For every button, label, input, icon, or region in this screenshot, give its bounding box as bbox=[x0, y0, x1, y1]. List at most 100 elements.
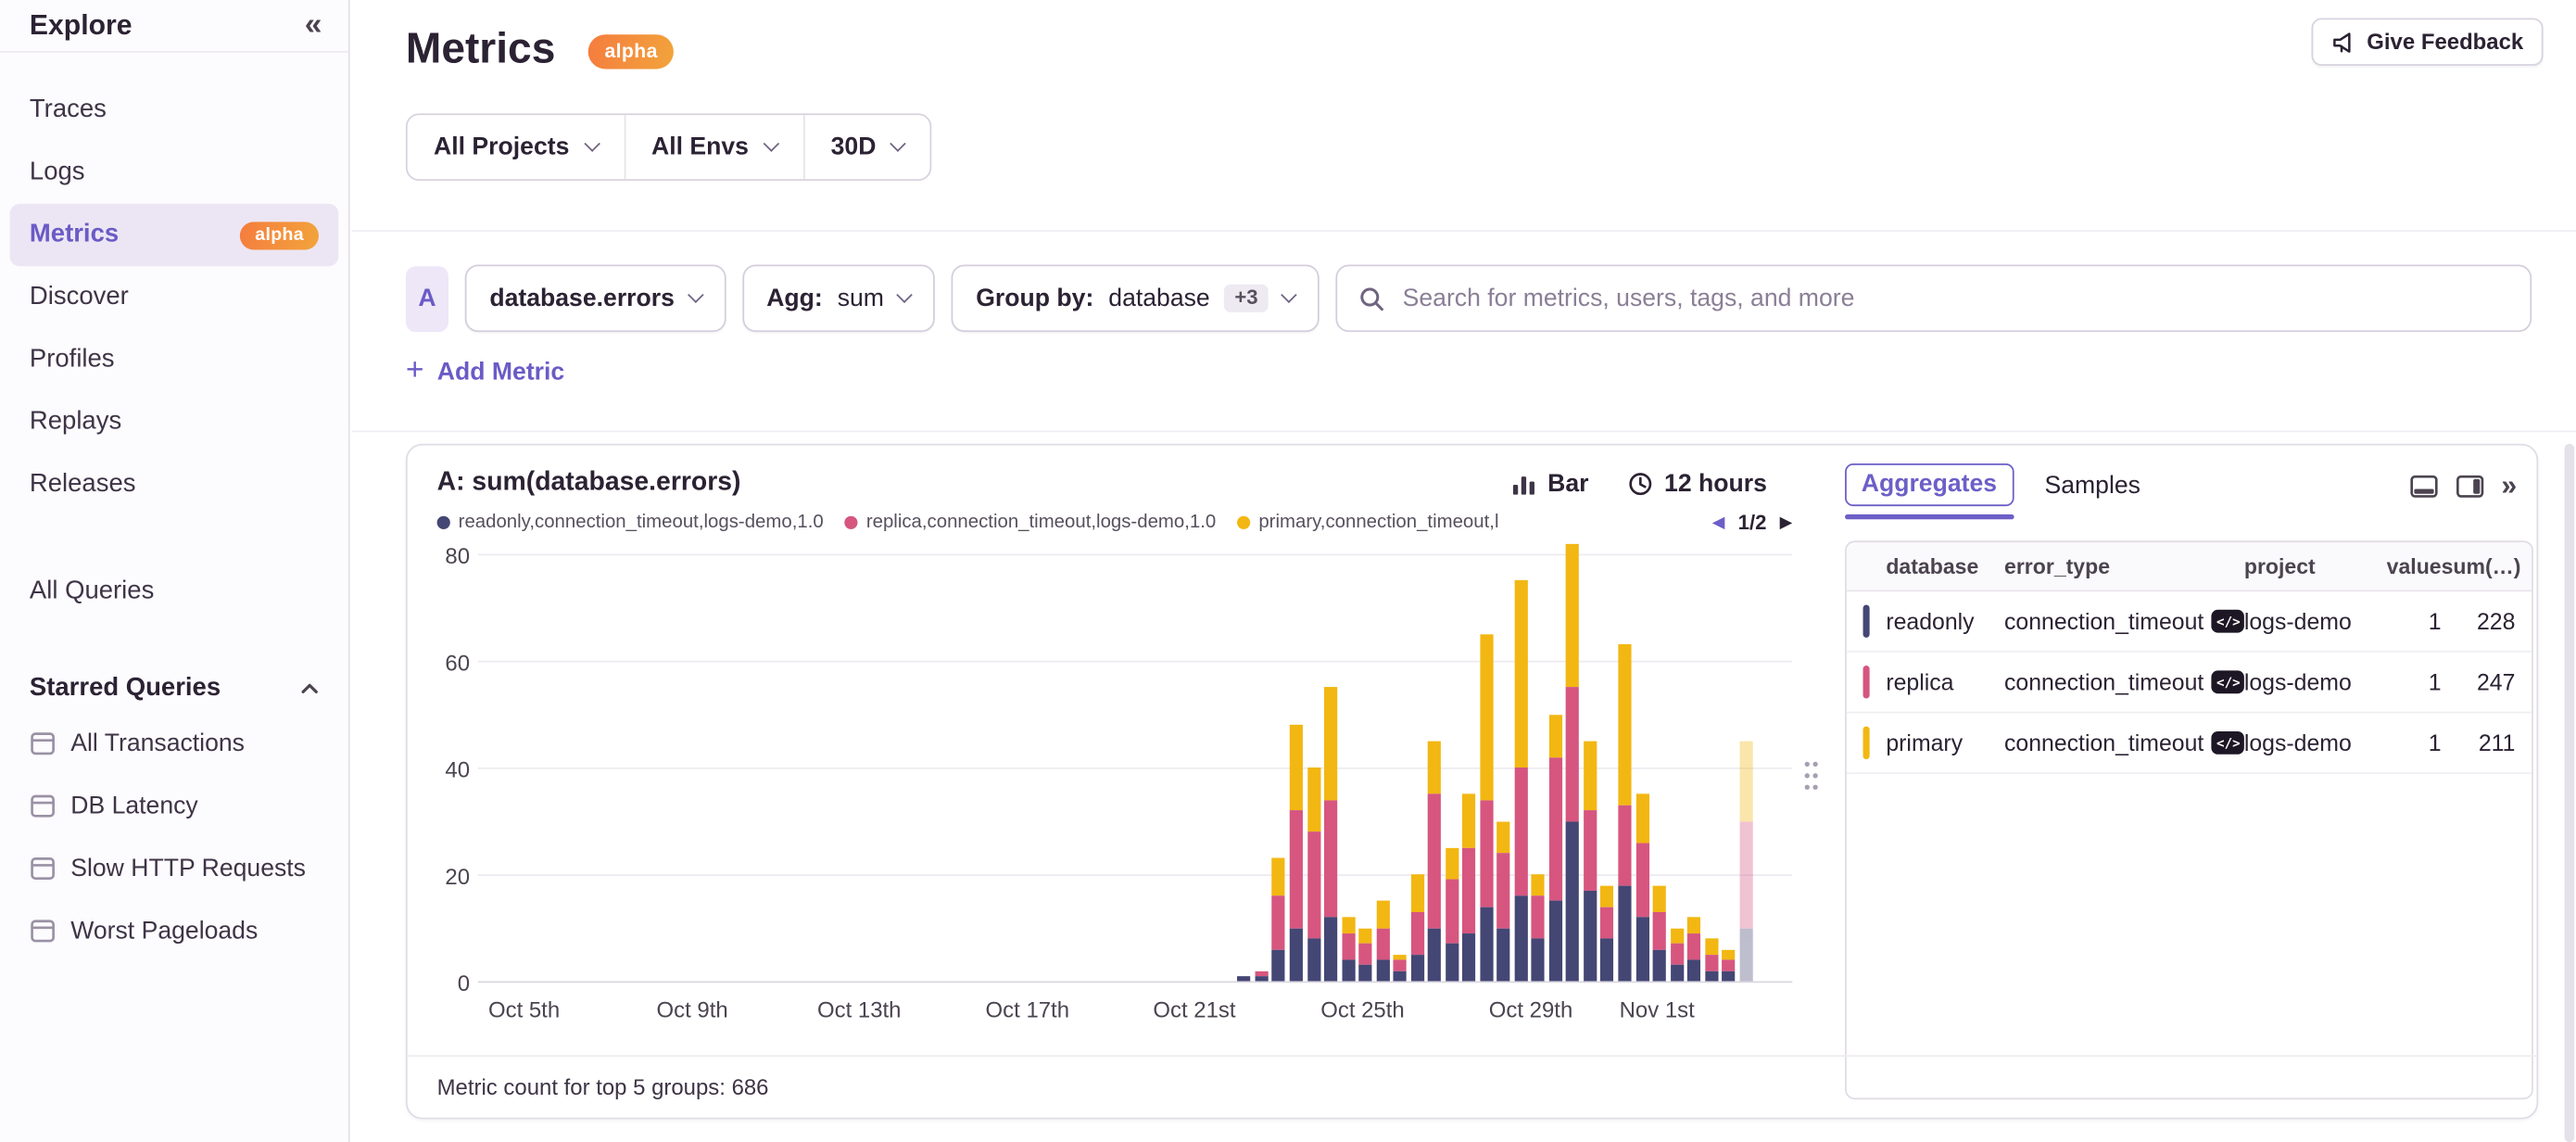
layout-rows-icon[interactable] bbox=[2409, 474, 2437, 497]
tab-aggregates[interactable]: Aggregates bbox=[1845, 463, 2014, 506]
panel-title: A: sum(database.errors) bbox=[437, 468, 741, 498]
chart-bar bbox=[1566, 543, 1579, 981]
sidebar-item-traces[interactable]: Traces bbox=[10, 79, 339, 141]
clock-icon bbox=[1628, 472, 1653, 497]
starred-item-worst-pageloads[interactable]: Worst Pageloads bbox=[10, 899, 339, 961]
resize-drag-handle[interactable] bbox=[1802, 757, 1821, 793]
add-metric-button[interactable]: + Add Metric bbox=[406, 359, 564, 387]
aggregate-select[interactable]: Agg: sum bbox=[742, 264, 935, 332]
query-icon bbox=[30, 856, 56, 881]
chart-bar bbox=[1410, 874, 1423, 981]
sidebar-item-profiles[interactable]: Profiles bbox=[10, 329, 339, 391]
legend-next-icon[interactable]: ▶ bbox=[1780, 514, 1793, 532]
metric-select[interactable]: database.errors bbox=[465, 264, 726, 332]
y-tick-label: 40 bbox=[445, 757, 470, 782]
chevron-down-icon bbox=[584, 135, 600, 152]
starred-item-all-transactions[interactable]: All Transactions bbox=[10, 712, 339, 774]
sidebar-header: Explore « bbox=[0, 0, 348, 53]
interval-select[interactable]: 12 hours bbox=[1628, 470, 1767, 498]
table-row[interactable]: readonly connection_timeout </> logs-dem… bbox=[1847, 591, 2532, 653]
tab-samples[interactable]: Samples bbox=[2038, 464, 2147, 505]
legend-prev-icon[interactable]: ◀ bbox=[1712, 514, 1725, 532]
sidebar-item-logs[interactable]: Logs bbox=[10, 141, 339, 203]
megaphone-icon bbox=[2330, 31, 2355, 54]
divider bbox=[351, 431, 2576, 433]
alpha-badge: alpha bbox=[588, 34, 675, 69]
collapse-sidebar-icon[interactable]: « bbox=[305, 10, 322, 42]
x-tick-label: Oct 9th bbox=[657, 997, 728, 1022]
app: Explore « Traces Logs Metrics alpha Disc… bbox=[0, 0, 2576, 1142]
cell-database: replica bbox=[1886, 669, 2004, 695]
starred-queries-header[interactable]: Starred Queries bbox=[30, 674, 319, 704]
chart-plot bbox=[478, 555, 1792, 983]
starred-item-slow-http-requests[interactable]: Slow HTTP Requests bbox=[10, 836, 339, 898]
code-icon: </> bbox=[2212, 610, 2244, 633]
search-input[interactable] bbox=[1399, 283, 2508, 314]
sidebar-title: Explore bbox=[30, 9, 133, 42]
chart-bar bbox=[1358, 928, 1371, 982]
cell-sum: 247 bbox=[2442, 669, 2516, 695]
sidebar-item-all-queries[interactable]: All Queries bbox=[10, 561, 339, 623]
group-by-select[interactable]: Group by: database +3 bbox=[952, 264, 1320, 332]
cell-sum: 228 bbox=[2442, 608, 2516, 634]
y-axis-labels: 020406080 bbox=[410, 555, 470, 983]
plus-icon: + bbox=[406, 355, 424, 387]
chart-legend: readonly,connection_timeout,logs-demo,1.… bbox=[437, 511, 1793, 534]
y-tick-label: 60 bbox=[445, 651, 470, 676]
project-filter[interactable]: All Projects bbox=[408, 115, 624, 179]
x-tick-label: Oct 21st bbox=[1153, 997, 1235, 1022]
cell-project: logs-demo bbox=[2244, 730, 2385, 755]
legend-dot bbox=[845, 516, 858, 529]
legend-item[interactable]: readonly,connection_timeout,logs-demo,1.… bbox=[437, 513, 824, 532]
sidebar-item-metrics[interactable]: Metrics alpha bbox=[10, 204, 339, 266]
chart-bar bbox=[1290, 725, 1303, 982]
cell-error-type: connection_timeout </> bbox=[2004, 608, 2244, 634]
sidebar-item-releases[interactable]: Releases bbox=[10, 453, 339, 515]
chart-bar bbox=[1428, 741, 1441, 981]
legend-dot bbox=[437, 516, 450, 529]
cell-database: readonly bbox=[1886, 608, 2004, 634]
x-tick-label: Oct 29th bbox=[1489, 997, 1572, 1022]
chart-bar bbox=[1532, 874, 1545, 981]
table-row[interactable]: primary connection_timeout </> logs-demo… bbox=[1847, 713, 2532, 774]
date-range-filter[interactable]: 30D bbox=[802, 115, 929, 179]
bar-chart-icon bbox=[1511, 473, 1536, 496]
display-mode-select[interactable]: Bar bbox=[1511, 470, 1588, 498]
cell-database: primary bbox=[1886, 730, 2004, 755]
page-filter-bar: All Projects All Envs 30D bbox=[406, 113, 932, 181]
search-icon bbox=[1358, 286, 1384, 311]
scrollbar[interactable] bbox=[2565, 444, 2575, 1142]
cell-project: logs-demo bbox=[2244, 669, 2385, 695]
legend-pagination: ◀ 1/2 ▶ bbox=[1712, 511, 1793, 534]
chevron-down-icon bbox=[896, 286, 913, 303]
sidebar-item-discover[interactable]: Discover bbox=[10, 266, 339, 328]
give-feedback-button[interactable]: Give Feedback bbox=[2311, 19, 2544, 66]
layout-columns-icon[interactable] bbox=[2456, 474, 2483, 497]
chevron-down-icon bbox=[687, 286, 703, 303]
panel-layout-controls: » bbox=[2409, 472, 2517, 500]
cell-project: logs-demo bbox=[2244, 608, 2385, 634]
table-row[interactable]: replica connection_timeout </> logs-demo… bbox=[1847, 653, 2532, 714]
cell-value: 1 bbox=[2385, 669, 2441, 695]
legend-item[interactable]: primary,connection_timeout,l bbox=[1237, 513, 1498, 532]
cell-error-type: connection_timeout </> bbox=[2004, 730, 2244, 755]
chart-bar bbox=[1705, 938, 1718, 981]
legend-item[interactable]: replica,connection_timeout,logs-demo,1.0 bbox=[845, 513, 1216, 532]
chart-bar bbox=[1514, 580, 1527, 981]
chart-bar bbox=[1739, 741, 1752, 981]
panel-tabs: Aggregates Samples bbox=[1845, 463, 2147, 506]
cell-sum: 211 bbox=[2442, 730, 2516, 755]
legend-dot bbox=[1237, 516, 1250, 529]
chart-bar bbox=[1670, 928, 1683, 982]
group-by-more-badge: +3 bbox=[1225, 285, 1269, 312]
legend-page-indicator: 1/2 bbox=[1738, 511, 1767, 534]
expand-panel-icon[interactable]: » bbox=[2501, 472, 2517, 500]
starred-item-db-latency[interactable]: DB Latency bbox=[10, 774, 339, 836]
x-tick-label: Oct 25th bbox=[1320, 997, 1404, 1022]
x-tick-label: Oct 17th bbox=[986, 997, 1069, 1022]
code-icon: </> bbox=[2212, 731, 2244, 755]
chart-bar bbox=[1635, 794, 1648, 982]
chart-bar bbox=[1497, 821, 1510, 982]
environment-filter[interactable]: All Envs bbox=[624, 115, 803, 179]
sidebar-item-replays[interactable]: Replays bbox=[10, 391, 339, 453]
